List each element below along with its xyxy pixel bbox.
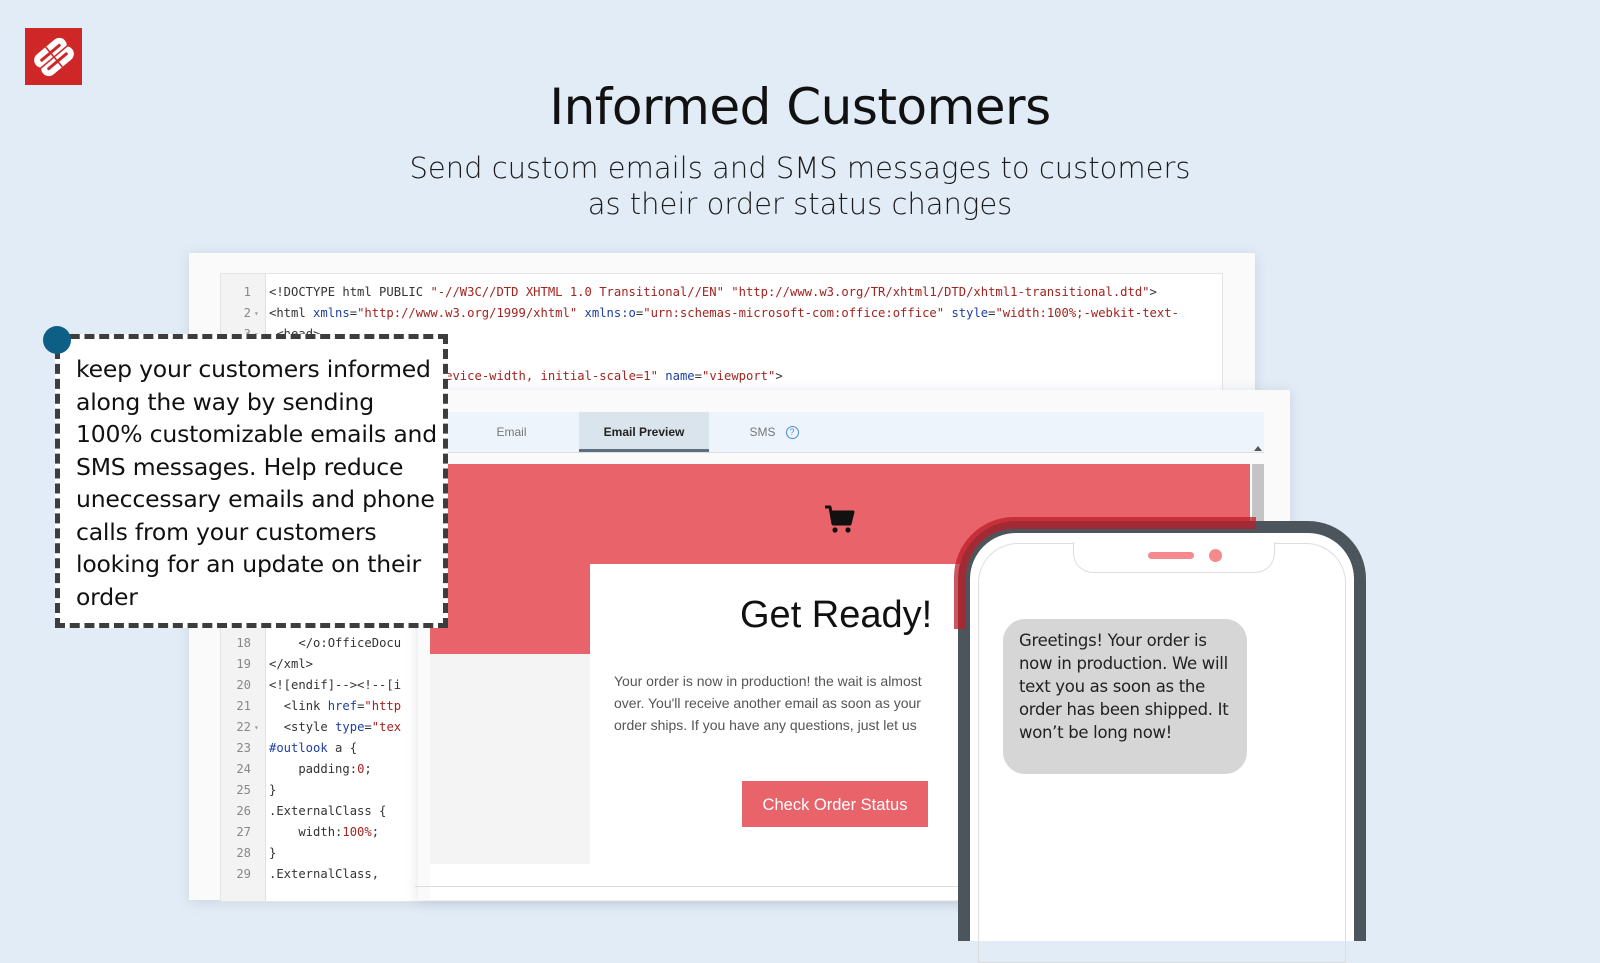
code-text: <html xmlns="http://www.w3.org/1999/xhtm…	[269, 306, 1179, 320]
subtitle-line-2: as their order status changes	[587, 187, 1013, 221]
check-order-status-button[interactable]: Check Order Status	[742, 781, 928, 827]
help-icon[interactable]: ?	[785, 426, 799, 440]
divider	[415, 886, 975, 887]
line-number: 24	[236, 762, 251, 776]
code-text: <style type="tex	[283, 720, 402, 734]
line-number: 28	[236, 846, 251, 860]
code-text: <link href="http	[283, 699, 402, 713]
code-text: </o:OfficeDocu	[298, 636, 402, 650]
feature-callout: keep your customers informed along the w…	[55, 334, 448, 628]
phone-mockup: Greetings! Your order is now in producti…	[958, 521, 1366, 963]
code-line: 2 ▾ <html xmlns="http://www.w3.org/1999/xh…	[221, 303, 1221, 324]
line-number: 19	[236, 657, 251, 671]
phone-screen: Greetings! Your order is now in producti…	[978, 542, 1346, 963]
tab-email-preview-label: Email Preview	[603, 425, 685, 439]
line-number: 27	[236, 825, 251, 839]
code-line: 1 <!DOCTYPE html PUBLIC "-//W3C//DTD XHTM…	[221, 282, 1221, 303]
scroll-up-arrow-icon[interactable]	[1254, 446, 1262, 451]
email-heading: Get Ready!	[740, 594, 933, 636]
brand-logo	[25, 28, 82, 85]
callout-dot-marker	[43, 326, 71, 354]
line-number: 2	[243, 306, 251, 320]
code-text: }	[269, 846, 277, 860]
brand-logo-icon	[33, 37, 74, 76]
line-number: 21	[236, 699, 251, 713]
tab-sms-label: SMS	[749, 425, 776, 439]
code-text: .ExternalClass,	[269, 867, 380, 881]
line-number: 29	[236, 867, 251, 881]
callout-text: keep your customers informed along the w…	[76, 355, 437, 611]
cart-icon	[825, 505, 855, 533]
line-number: 25	[236, 783, 251, 797]
line-number: 26	[236, 804, 251, 818]
page-subtitle: Send custom emails and SMS messages to c…	[0, 150, 1600, 222]
code-text: </xml>	[269, 657, 314, 671]
subtitle-line-1: Send custom emails and SMS messages to c…	[409, 151, 1191, 185]
fold-arrow-icon[interactable]: ▾	[254, 303, 259, 324]
line-number: 1	[243, 285, 251, 299]
speaker-icon	[1148, 552, 1194, 559]
email-side-bg	[430, 654, 590, 864]
email-body-text: Your order is now in production! the wai…	[614, 673, 922, 740]
tab-email-preview[interactable]: Email Preview	[579, 412, 709, 452]
line-number: 18	[236, 636, 251, 650]
scroll-thumb[interactable]	[1252, 464, 1264, 524]
line-number: 20	[236, 678, 251, 692]
code-text: }	[269, 783, 277, 797]
code-text: #outlook a {	[269, 741, 358, 755]
tab-email[interactable]: Email	[444, 412, 579, 452]
fold-arrow-icon[interactable]: ▾	[254, 717, 259, 738]
code-text: <![endif]--><!--[i	[269, 678, 402, 692]
sms-message-bubble: Greetings! Your order is now in producti…	[1003, 619, 1247, 774]
phone-notch	[1073, 542, 1275, 573]
camera-icon	[1209, 549, 1222, 562]
line-number: 22	[236, 720, 251, 734]
code-text: padding:0;	[269, 762, 372, 776]
tab-email-label: Email	[496, 425, 527, 439]
code-text: .ExternalClass {	[269, 804, 387, 818]
tab-sms[interactable]: SMS?	[709, 412, 839, 452]
page-title: Informed Customers	[549, 78, 1051, 136]
code-text: width:100%;	[269, 825, 380, 839]
code-text: <!DOCTYPE html PUBLIC "-//W3C//DTD XHTML…	[269, 285, 1157, 299]
line-number: 23	[236, 741, 251, 755]
preview-tabs: Email Email Preview SMS?	[444, 412, 1264, 453]
